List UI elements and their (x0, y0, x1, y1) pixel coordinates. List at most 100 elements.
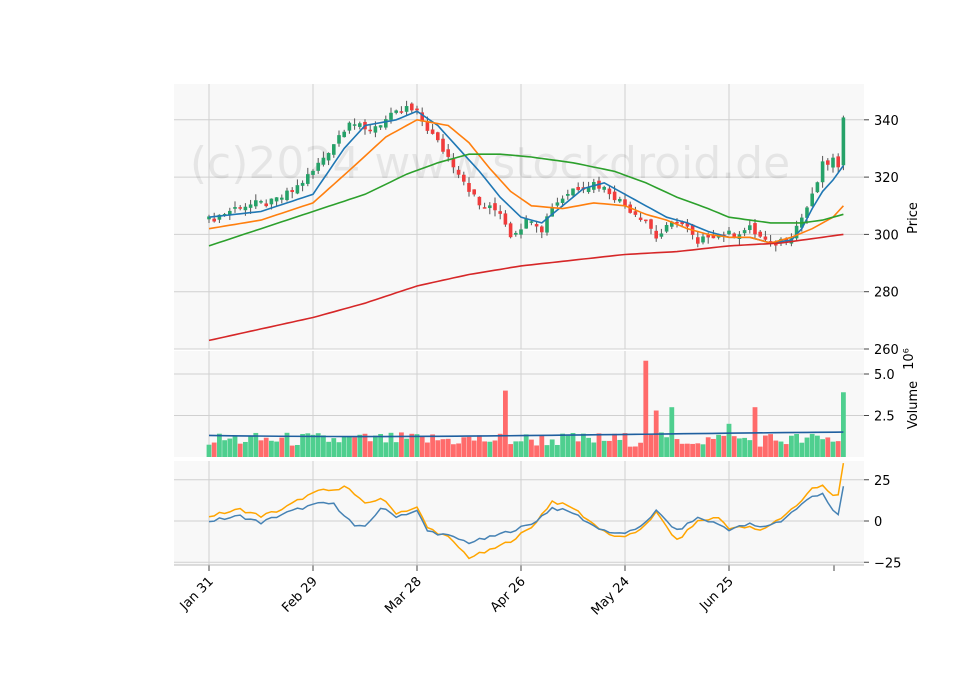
candle-up (274, 197, 279, 202)
volume-bar (565, 435, 571, 457)
volume-bar (295, 444, 300, 457)
x-tick-label: Jun 25 (697, 574, 737, 614)
candle-down (836, 156, 840, 168)
price-axis-label: Price (906, 202, 921, 234)
volume-bar (211, 442, 217, 457)
candle-down (467, 183, 471, 192)
candle-down (826, 160, 830, 165)
volume-bar (206, 444, 212, 457)
volume-bar (336, 442, 342, 457)
volume-bar (570, 432, 576, 457)
candle-up (659, 233, 664, 237)
x-tick-label: Jan 31 (177, 574, 217, 614)
volume-bar (451, 444, 456, 457)
candle-down (654, 230, 658, 239)
volume-bar (768, 434, 773, 457)
volume-bar (378, 434, 383, 457)
candle-up (342, 131, 346, 138)
volume-bar (232, 436, 238, 457)
volume-bar (263, 437, 269, 457)
volume-bar (586, 437, 591, 457)
volume-axis-label: Volume (906, 381, 921, 429)
candle-up (815, 182, 820, 193)
x-tick-label: Mar 28 (382, 574, 425, 617)
volume-bar (445, 438, 451, 457)
volume-bar (258, 440, 264, 457)
candle-up (555, 202, 560, 206)
oscillator-y-tick-label: 25 (874, 474, 891, 489)
volume-bar (690, 443, 695, 457)
volume-bar (643, 360, 649, 457)
volume-bar (321, 435, 326, 457)
candle-up (394, 110, 398, 113)
volume-bar (633, 446, 638, 457)
volume-bar (757, 446, 763, 457)
volume-bar (482, 441, 487, 457)
volume-bar (414, 434, 420, 457)
candle-down (462, 174, 466, 182)
volume-bar (747, 440, 753, 457)
candle-up (571, 188, 575, 196)
price-y-tick-label: 340 (874, 114, 899, 129)
chart-figure: (c)2024 www.stockdroid.de Jan 31 Feb 29 Ma… (0, 0, 960, 690)
volume-bar (217, 433, 222, 457)
candle-down (649, 219, 653, 229)
candle-up (378, 125, 383, 128)
volume-bar (804, 437, 810, 457)
candle-down (482, 207, 487, 209)
volume-bar (752, 407, 758, 457)
candle-up (701, 236, 705, 243)
volume-axis-label-group: Volume 10⁶ (902, 348, 921, 429)
volume-bar (705, 437, 711, 457)
candle-down (456, 169, 461, 175)
volume-bar (289, 445, 295, 457)
volume-bar (534, 445, 539, 457)
volume-bar (555, 444, 560, 457)
candle-up (311, 170, 315, 175)
volume-bar (726, 423, 732, 457)
volume-bar (721, 435, 727, 457)
volume-bar (601, 440, 607, 457)
candle-up (727, 230, 731, 235)
candle-down (508, 223, 513, 238)
volume-bar (461, 437, 467, 457)
volume-bar (659, 432, 664, 457)
candle-up (352, 124, 357, 126)
volume-bar (269, 440, 274, 457)
volume-bar (560, 433, 565, 457)
volume-bar (440, 439, 446, 457)
volume-bar (456, 443, 461, 457)
candle-down (753, 223, 757, 235)
volume-bar (435, 440, 441, 457)
price-panel-bg (174, 84, 864, 349)
volume-bar (820, 439, 825, 457)
candle-up (347, 122, 352, 131)
candle-down (399, 111, 404, 113)
candle-up (280, 197, 284, 200)
volume-bar (825, 437, 831, 457)
volume-bar (352, 437, 357, 457)
candle-up (233, 207, 237, 209)
volume-bar (664, 437, 669, 457)
volume-bar (794, 434, 799, 457)
candle-down (472, 189, 476, 195)
volume-bar (347, 436, 352, 457)
volume-bar (591, 442, 597, 457)
price-y-tick-label: 320 (874, 171, 899, 186)
volume-bar (373, 435, 378, 457)
candle-up (295, 185, 300, 194)
candle-up (820, 161, 825, 183)
volume-bar (404, 438, 409, 457)
candle-down (612, 191, 617, 201)
candle-down (430, 129, 435, 134)
volume-bar (279, 437, 285, 457)
x-tick-label: Feb 29 (279, 574, 321, 616)
volume-bar (617, 439, 623, 457)
candle-down (576, 186, 580, 190)
candle-down (534, 224, 539, 227)
volume-bar (638, 442, 643, 457)
candle-down (498, 211, 502, 214)
volume-bar (227, 438, 233, 457)
volume-panel-bg (174, 351, 864, 457)
volume-bar (544, 445, 550, 457)
